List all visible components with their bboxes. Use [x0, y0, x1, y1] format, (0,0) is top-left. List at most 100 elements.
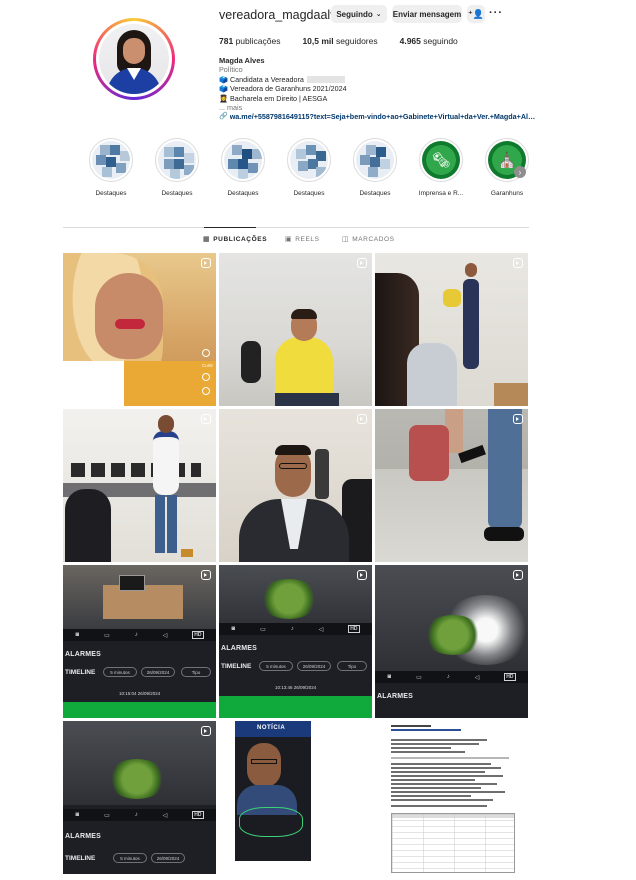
camera-icon: ◙	[75, 632, 80, 638]
bio-more-link[interactable]: ... mais	[219, 103, 539, 112]
post-thumbnail[interactable]	[63, 409, 216, 562]
video-icon: ▭	[104, 812, 110, 819]
grid-icon: ▦	[203, 236, 211, 243]
bio-line-1: 🗳️ Candidata a Vereadora	[219, 75, 539, 84]
post-thumbnail[interactable]: ◙ ▭ ♪ ◁ HD ALARMES	[375, 565, 528, 718]
bio-category: Político	[219, 65, 243, 75]
hd-badge: HD	[348, 625, 360, 633]
highlight-item[interactable]: Destaques	[210, 138, 276, 197]
camera-toolbar: ◙ ▭ ♪ ◁ HD	[63, 629, 216, 641]
tab-tagged[interactable]: ◫ MARCADOS	[342, 235, 395, 244]
highlight-label: Destaques	[95, 190, 127, 197]
reel-icon	[201, 258, 211, 268]
share-icon	[202, 387, 210, 395]
post-thumbnail[interactable]	[375, 253, 528, 406]
post-thumbnail[interactable]	[219, 409, 372, 562]
phone-screenshot: NOTÍCIA	[235, 721, 311, 861]
active-tab-indicator	[204, 227, 256, 228]
reel-icon	[201, 570, 211, 580]
post-thumbnail[interactable]	[375, 409, 528, 562]
post-thumbnail[interactable]	[375, 721, 528, 874]
post-thumbnail[interactable]: ◙ ▭ ♪ ◁ HD ALARMES TIMELINE 5 minutos 26…	[63, 565, 216, 718]
hd-badge: HD	[504, 673, 516, 681]
reel-icon	[201, 414, 211, 424]
highlight-label: Destaques	[293, 190, 325, 197]
video-icon: ▭	[104, 632, 110, 639]
tab-posts[interactable]: ▦ PUBLICAÇÕES	[203, 235, 267, 244]
highlight-label: Garanhuns	[490, 190, 524, 197]
post-thumbnail[interactable]: ◙ ▭ ♪ ◁ HD ALARMES TIMELINE 5 minutos 26…	[63, 721, 216, 874]
story-highlights: Destaques Destaques Destaques Destaques …	[78, 138, 540, 197]
chevron-down-icon: ⌄	[375, 11, 382, 18]
comment-icon	[202, 373, 210, 381]
highlight-item[interactable]: Destaques	[276, 138, 342, 197]
following-button[interactable]: Seguindo ⌄	[331, 5, 387, 23]
reel-icon	[357, 570, 367, 580]
mic-icon: ♪	[290, 626, 294, 632]
reel-icon	[513, 414, 523, 424]
avatar-photo	[99, 24, 169, 94]
more-options-icon[interactable]: ···	[489, 7, 503, 19]
tag-icon: ◫	[342, 236, 350, 243]
heart-icon	[202, 349, 210, 357]
highlight-item[interactable]: Destaques	[78, 138, 144, 197]
posts-grid: Curtir ◙ ▭ ♪ ◁ HD ALARMES TIMELINE 5 min…	[63, 253, 529, 874]
speaker-icon: ◁	[474, 674, 480, 681]
reel-icon	[513, 258, 523, 268]
highlight-item[interactable]: 🗞 Imprensa e R...	[408, 138, 474, 197]
following-stat[interactable]: 4.965 seguindo	[400, 36, 458, 46]
hd-badge: HD	[192, 811, 204, 819]
highlight-label: Imprensa e R...	[418, 190, 464, 197]
profile-avatar[interactable]	[93, 18, 175, 100]
send-message-button[interactable]: Enviar mensagem	[392, 5, 462, 23]
redacted-block	[306, 76, 345, 84]
mic-icon: ♪	[134, 632, 138, 638]
highlight-cover-pixelated	[92, 141, 130, 179]
video-icon: ▭	[260, 626, 266, 633]
speaker-icon: ◁	[162, 812, 168, 819]
profile-stats: 781 publicações 10,5 mil seguidores 4.96…	[219, 36, 458, 46]
tabs-divider	[63, 227, 529, 228]
profile-bio: Magda Alves Político 🗳️ Candidata a Vere…	[219, 56, 539, 122]
camera-icon: ◙	[387, 674, 392, 680]
highlight-item[interactable]: Destaques	[342, 138, 408, 197]
highlight-item[interactable]: Destaques	[144, 138, 210, 197]
highlight-label: Destaques	[359, 190, 391, 197]
bio-line-2: 🗳️ Vereadora de Garanhuns 2021/2024	[219, 84, 347, 94]
bio-name: Magda Alves	[219, 56, 265, 65]
post-thumbnail[interactable]: ◙ ▭ ♪ ◁ HD ALARMES TIMELINE 5 minutos 26…	[219, 565, 372, 718]
highlight-label: Destaques	[161, 190, 193, 197]
post-thumbnail[interactable]: NOTÍCIA	[219, 721, 372, 874]
reels-icon: ▣	[285, 236, 293, 243]
post-thumbnail[interactable]	[219, 253, 372, 406]
highlight-label: Destaques	[227, 190, 259, 197]
highlight-cover-pixelated	[224, 141, 262, 179]
highlight-cover-pixelated	[290, 141, 328, 179]
camera-toolbar: ◙ ▭ ♪ ◁ HD	[63, 809, 216, 821]
reel-icon	[513, 570, 523, 580]
bio-link[interactable]: wa.me/+5587981649115?text=Seja+bem-vindo…	[230, 112, 536, 121]
press-icon: 🗞	[431, 152, 451, 169]
hd-badge: HD	[192, 631, 204, 639]
send-message-label: Enviar mensagem	[392, 9, 462, 19]
bio-line-3: 👩‍🎓 Bacharela em Direito | AESGA	[219, 93, 328, 103]
highlight-cover-pixelated	[356, 141, 394, 179]
posts-stat: 781 publicações	[219, 36, 281, 46]
reel-icon	[357, 258, 367, 268]
suggested-accounts-button[interactable]: ⁺👤	[467, 5, 485, 23]
post-thumbnail[interactable]: Curtir	[63, 253, 216, 406]
speaker-icon: ◁	[162, 632, 168, 639]
reel-icon	[201, 726, 211, 736]
followers-stat[interactable]: 10,5 mil seguidores	[302, 36, 377, 46]
bio-link-row[interactable]: 🔗 wa.me/+5587981649115?text=Seja+bem-vin…	[219, 112, 539, 121]
tab-reels[interactable]: ▣ REELS	[285, 235, 320, 244]
video-icon: ▭	[416, 674, 422, 681]
highlight-item[interactable]: ⛪ Garanhuns	[474, 138, 540, 197]
highlight-cover-pixelated	[158, 141, 196, 179]
camera-icon: ◙	[231, 626, 236, 632]
chevron-right-icon[interactable]: ›	[514, 166, 526, 178]
mic-icon: ♪	[134, 812, 138, 818]
add-person-icon: ⁺👤	[468, 8, 484, 19]
following-button-label: Seguindo	[336, 9, 373, 19]
link-icon: 🔗	[219, 113, 228, 121]
